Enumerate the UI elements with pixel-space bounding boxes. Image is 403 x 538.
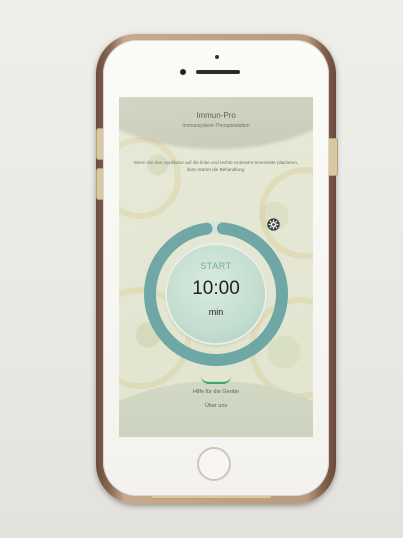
footer-handle[interactable] (201, 376, 231, 384)
proximity-sensor (215, 55, 219, 59)
front-camera-icon (180, 69, 186, 75)
app-title: Immun-Pro (196, 111, 236, 120)
app-screen: Immun-Pro Immunsystem-Therapiestation We… (119, 97, 313, 437)
background-pattern (119, 137, 181, 219)
home-button[interactable] (197, 447, 231, 481)
help-link[interactable]: Hilfe für die Geräte (119, 389, 313, 395)
about-link[interactable]: Über uns (119, 403, 313, 409)
timer-value: 10:00 (192, 278, 240, 299)
photo-scene: Immun-Pro Immunsystem-Therapiestation We… (0, 0, 403, 538)
timer-unit: min (208, 307, 224, 317)
start-timer-button[interactable]: START 10:00 min (167, 245, 265, 343)
earpiece-speaker (196, 70, 240, 74)
app-subtitle: Immunsystem-Therapiestation (182, 123, 250, 129)
start-label: START (200, 261, 232, 271)
instruction-text: Wenn Sie den Applikator auf die linke un… (133, 160, 299, 172)
